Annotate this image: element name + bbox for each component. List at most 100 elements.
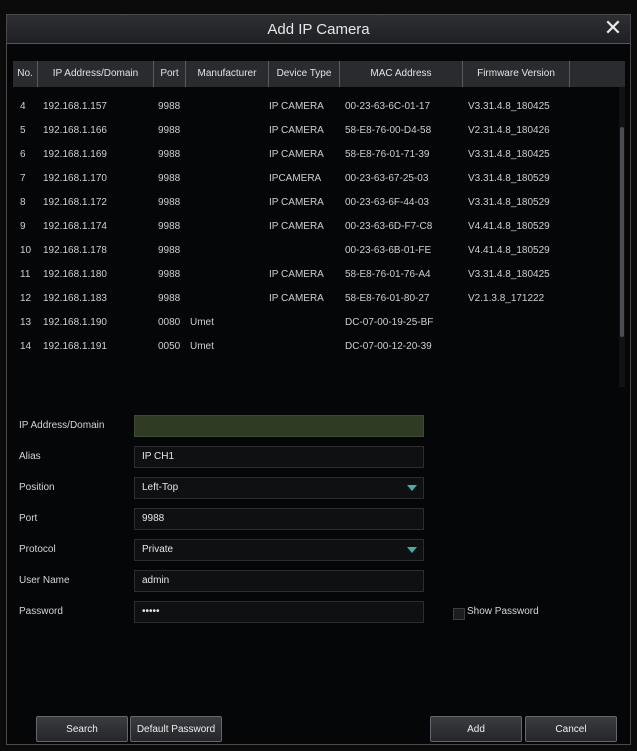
row-firmware: V3.31.4.8_180425 <box>468 149 550 160</box>
port-label: Port <box>19 513 38 524</box>
column-mac-address[interactable]: MAC Address <box>340 61 463 87</box>
row-firmware: V3.31.4.8_180529 <box>468 197 550 208</box>
table-row[interactable]: 8 192.168.1.172 9988 IP CAMERA 00-23-63-… <box>13 191 619 215</box>
row-port: 0080 <box>158 317 181 328</box>
add-button[interactable]: Add <box>430 716 522 742</box>
port-input[interactable]: 9988 <box>134 508 424 530</box>
table-scrollbar[interactable] <box>619 87 625 387</box>
row-mac: 58-E8-76-01-80-27 <box>345 293 430 304</box>
table-row[interactable]: 4 192.168.1.157 9988 IP CAMERA 00-23-63-… <box>13 95 619 119</box>
row-port: 9988 <box>158 197 181 208</box>
column-firmware-version[interactable]: Firmware Version <box>463 61 570 87</box>
row-firmware: V3.31.4.8_180425 <box>468 269 550 280</box>
row-no: 6 <box>20 149 26 160</box>
alias-input[interactable]: IP CH1 <box>134 446 424 468</box>
row-ip: 192.168.1.183 <box>43 293 107 304</box>
column-manufacturer[interactable]: Manufacturer <box>186 61 269 87</box>
dialog-title: Add IP Camera <box>267 21 370 38</box>
column-no[interactable]: No. <box>13 61 38 87</box>
column-device-type[interactable]: Device Type <box>269 61 340 87</box>
table-row[interactable]: 13 192.168.1.190 0080 Umet DC-07-00-19-2… <box>13 311 619 335</box>
table-body: 4 192.168.1.157 9988 IP CAMERA 00-23-63-… <box>13 87 625 387</box>
row-manufacturer: Umet <box>190 341 214 352</box>
add-ip-camera-dialog: Add IP Camera ✕ No. IP Address/Domain Po… <box>6 14 631 745</box>
row-ip: 192.168.1.169 <box>43 149 107 160</box>
row-device-type: IP CAMERA <box>269 269 324 280</box>
row-mac: 00-23-63-6B-01-FE <box>345 245 432 256</box>
table-row[interactable]: 5 192.168.1.166 9988 IP CAMERA 58-E8-76-… <box>13 119 619 143</box>
row-firmware: V4.41.4.8_180529 <box>468 221 550 232</box>
row-no: 13 <box>20 317 32 328</box>
scrollbar-thumb[interactable] <box>620 127 624 337</box>
search-button[interactable]: Search <box>36 716 128 742</box>
row-mac: 58-E8-76-01-76-A4 <box>345 269 431 280</box>
row-no: 12 <box>20 293 32 304</box>
row-no: 11 <box>20 269 31 280</box>
row-port: 9988 <box>158 173 181 184</box>
row-ip: 192.168.1.166 <box>43 125 107 136</box>
column-ip-address[interactable]: IP Address/Domain <box>38 61 154 87</box>
row-no: 7 <box>20 173 26 184</box>
table-row[interactable]: 9 192.168.1.174 9988 IP CAMERA 00-23-63-… <box>13 215 619 239</box>
close-icon[interactable]: ✕ <box>602 17 624 39</box>
default-password-button[interactable]: Default Password <box>130 716 222 742</box>
row-port: 9988 <box>158 221 181 232</box>
row-ip: 192.168.1.178 <box>43 245 107 256</box>
row-ip: 192.168.1.170 <box>43 173 107 184</box>
ip-address-label: IP Address/Domain <box>19 420 105 431</box>
row-ip: 192.168.1.174 <box>43 221 107 232</box>
row-no: 5 <box>20 125 26 136</box>
show-password-checkbox[interactable] <box>453 608 465 620</box>
table-row[interactable]: 14 192.168.1.191 0050 Umet DC-07-00-12-2… <box>13 335 619 359</box>
row-mac: DC-07-00-12-20-39 <box>345 341 432 352</box>
password-input[interactable]: ••••• <box>134 601 424 623</box>
row-mac: 58-E8-76-00-D4-58 <box>345 125 432 136</box>
position-select[interactable]: Left-Top <box>134 477 424 499</box>
row-port: 9988 <box>158 149 181 160</box>
dropdown-arrow-icon <box>407 485 417 491</box>
row-device-type: IP CAMERA <box>269 197 324 208</box>
protocol-label: Protocol <box>19 544 56 555</box>
position-value: Left-Top <box>142 482 179 493</box>
row-device-type: IPCAMERA <box>269 173 322 184</box>
row-firmware: V3.31.4.8_180425 <box>468 101 550 112</box>
row-port: 9988 <box>158 293 181 304</box>
row-no: 4 <box>20 101 26 112</box>
show-password-label[interactable]: Show Password <box>467 606 539 617</box>
table-row[interactable]: 12 192.168.1.183 9988 IP CAMERA 58-E8-76… <box>13 287 619 311</box>
row-mac: 00-23-63-6D-F7-C8 <box>345 221 433 232</box>
username-label: User Name <box>19 575 70 586</box>
table-row[interactable]: 6 192.168.1.169 9988 IP CAMERA 58-E8-76-… <box>13 143 619 167</box>
row-no: 14 <box>20 341 32 352</box>
row-no: 8 <box>20 197 26 208</box>
table-row[interactable]: 7 192.168.1.170 9988 IPCAMERA 00-23-63-6… <box>13 167 619 191</box>
row-ip: 192.168.1.190 <box>43 317 107 328</box>
table-row[interactable]: 10 192.168.1.178 9988 00-23-63-6B-01-FE … <box>13 239 619 263</box>
row-mac: 00-23-63-6F-44-03 <box>345 197 429 208</box>
row-port: 9988 <box>158 245 181 256</box>
cancel-button[interactable]: Cancel <box>525 716 617 742</box>
protocol-select[interactable]: Private <box>134 539 424 561</box>
row-mac: 58-E8-76-01-71-39 <box>345 149 430 160</box>
column-port[interactable]: Port <box>154 61 186 87</box>
row-device-type: IP CAMERA <box>269 221 324 232</box>
table-row[interactable]: 11 192.168.1.180 9988 IP CAMERA 58-E8-76… <box>13 263 619 287</box>
row-device-type: IP CAMERA <box>269 293 324 304</box>
row-device-type: IP CAMERA <box>269 149 324 160</box>
row-port: 9988 <box>158 125 181 136</box>
ip-address-input[interactable] <box>134 415 424 437</box>
row-manufacturer: Umet <box>190 317 214 328</box>
row-no: 10 <box>20 245 32 256</box>
camera-table: No. IP Address/Domain Port Manufacturer … <box>13 61 625 387</box>
position-label: Position <box>19 482 55 493</box>
row-port: 9988 <box>158 101 181 112</box>
dropdown-arrow-icon <box>407 547 417 553</box>
row-firmware: V2.1.3.8_171222 <box>468 293 545 304</box>
row-port: 0050 <box>158 341 181 352</box>
row-firmware: V2.31.4.8_180426 <box>468 125 550 136</box>
row-ip: 192.168.1.191 <box>43 341 107 352</box>
row-mac: 00-23-63-67-25-03 <box>345 173 429 184</box>
username-input[interactable]: admin <box>134 570 424 592</box>
protocol-value: Private <box>142 544 174 555</box>
password-label: Password <box>19 606 63 617</box>
